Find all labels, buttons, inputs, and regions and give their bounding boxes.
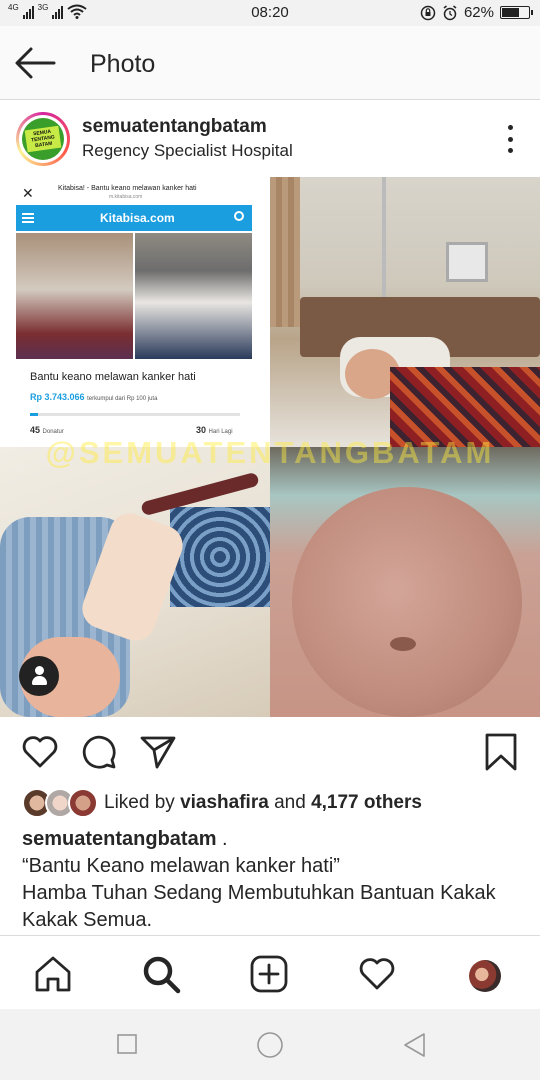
- progress-fill: [30, 413, 39, 416]
- user-tag-icon[interactable]: [19, 656, 59, 696]
- recents-icon[interactable]: [116, 1033, 138, 1055]
- campaign-photo-2: [135, 233, 252, 359]
- logo-text: SEMUA TENTANG BATAM: [24, 125, 62, 153]
- post-photo[interactable]: ✕ Kitabisa! - Bantu keano melawan kanker…: [0, 177, 540, 717]
- post-caption: semuatentangbatam . “Bantu Keano melawan…: [22, 826, 522, 934]
- kitabisa-navbar: Kitabisa.com: [16, 205, 252, 231]
- likes-user[interactable]: viashafira: [180, 792, 269, 813]
- liker-avatars: [22, 788, 98, 818]
- caption-header: semuatentangbatam .: [22, 826, 522, 853]
- avatar-ring: SEMUA TENTANG BATAM: [19, 115, 67, 163]
- likes-middle: and: [274, 792, 306, 813]
- post-location[interactable]: Regency Specialist Hospital: [82, 141, 293, 161]
- back-triangle-icon[interactable]: [402, 1032, 426, 1058]
- avatar[interactable]: [469, 960, 501, 992]
- amount-value: Rp 3.743.066: [30, 392, 85, 402]
- likes-row[interactable]: Liked by viashafira and 4,177 others: [22, 788, 422, 818]
- caption-line-1: “Bantu Keano melawan kanker hati”: [22, 855, 340, 877]
- menu-icon: [22, 213, 34, 223]
- caption-line-2: Hamba Tuhan Sedang Membutuhkan Bantuan K…: [22, 882, 496, 931]
- plus-square-icon[interactable]: [249, 954, 289, 994]
- days-stat: 30 Hari Lagi: [196, 425, 233, 435]
- home-icon[interactable]: [33, 954, 73, 994]
- likes-prefix: Liked by: [104, 792, 175, 813]
- amount-suffix: terkumpul dari Rp 100 juta: [87, 396, 158, 402]
- rotation-lock-icon: [420, 5, 436, 20]
- battery-icon: [500, 6, 533, 19]
- bottom-nav: [0, 935, 540, 1009]
- account-logo: SEMUA TENTANG BATAM: [22, 118, 64, 160]
- donors-stat: 45 Donatur: [30, 425, 64, 435]
- caption-suffix: .: [216, 828, 228, 850]
- send-icon[interactable]: [138, 732, 178, 772]
- battery-percent: 62%: [463, 4, 494, 21]
- campaign-progress-bar: [30, 413, 240, 416]
- status-bar: 4G 3G 08:20 62%: [0, 0, 540, 26]
- system-nav-bar: [0, 1009, 540, 1080]
- post-actions: [0, 717, 540, 783]
- browser-url: m.kitabisa.com: [109, 194, 143, 200]
- status-right: 62%: [420, 4, 533, 21]
- likes-others[interactable]: 4,177 others: [311, 792, 422, 813]
- page-title: Photo: [90, 50, 156, 78]
- post-username[interactable]: semuatentangbatam: [82, 116, 267, 138]
- campaign-title: Bantu keano melawan kanker hati: [30, 371, 196, 383]
- curtain: [270, 177, 300, 327]
- alarm-icon: [443, 4, 457, 20]
- kitabisa-logo: Kitabisa.com: [100, 211, 175, 225]
- navel: [390, 637, 416, 651]
- hospital-bed-photo: [270, 177, 540, 447]
- more-vertical-icon[interactable]: [506, 125, 514, 153]
- infusion-monitor: [446, 242, 488, 282]
- search-icon: [234, 211, 244, 221]
- campaign-photo-1: [16, 233, 133, 359]
- campaign-amount: Rp 3.743.066 terkumpul dari Rp 100 juta: [30, 392, 157, 402]
- battery-level: [502, 8, 520, 17]
- bookmark-icon[interactable]: [481, 732, 521, 772]
- days-count: 30: [196, 425, 207, 435]
- heart-icon[interactable]: [20, 732, 60, 772]
- belly-photo: [270, 447, 540, 717]
- pajama: [170, 507, 270, 607]
- browser-page-title: Kitabisa! - Bantu keano melawan kanker h…: [58, 185, 197, 192]
- home-circle-icon[interactable]: [256, 1031, 284, 1059]
- post-header: SEMUA TENTANG BATAM semuatentangbatam Re…: [0, 101, 540, 177]
- caption-username[interactable]: semuatentangbatam: [22, 828, 217, 850]
- avatar: [68, 788, 98, 818]
- likes-text: Liked by viashafira and 4,177 others: [104, 792, 422, 814]
- avatar[interactable]: SEMUA TENTANG BATAM: [16, 112, 70, 166]
- browser-bar: ✕ Kitabisa! - Bantu keano melawan kanker…: [14, 181, 254, 203]
- app-header: Photo: [0, 26, 540, 100]
- arrow-left-icon[interactable]: [14, 46, 56, 80]
- fundraising-screenshot: ✕ Kitabisa! - Bantu keano melawan kanker…: [0, 177, 270, 447]
- swollen-belly: [292, 487, 522, 717]
- heart-icon[interactable]: [357, 954, 397, 994]
- watermark: @SEMUATENTANGBATAM: [45, 435, 495, 470]
- iv-pole: [382, 177, 386, 297]
- donors-count: 45: [30, 425, 41, 435]
- search-icon[interactable]: [141, 954, 181, 994]
- close-icon: ✕: [22, 185, 34, 201]
- comment-icon[interactable]: [79, 732, 119, 772]
